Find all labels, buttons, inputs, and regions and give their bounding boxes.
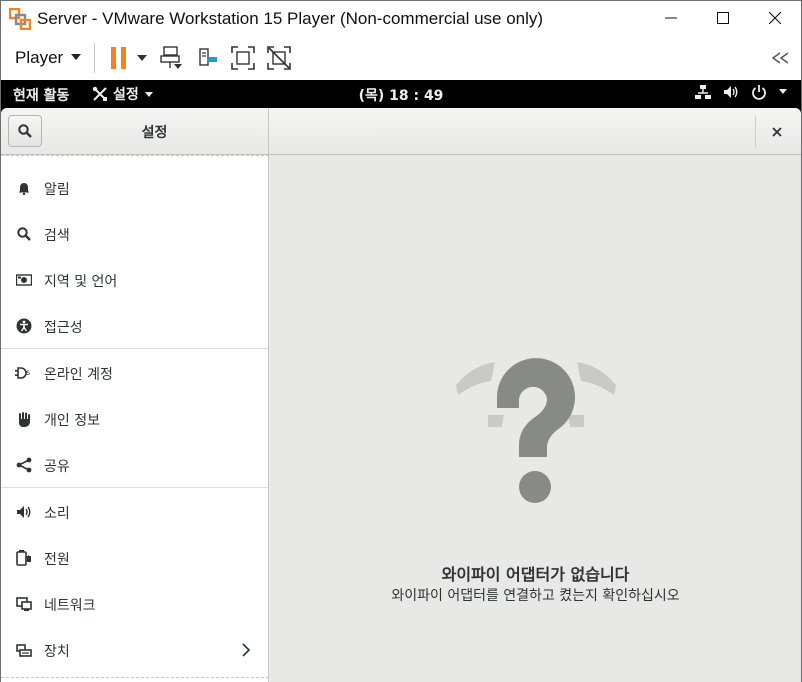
sidebar-item-label: 네트워크 xyxy=(44,598,96,614)
accessibility-icon xyxy=(15,317,33,335)
network-icon xyxy=(15,595,33,613)
sidebar-item-region-language[interactable]: 지역 및 언어 xyxy=(1,257,268,303)
bell-icon xyxy=(15,179,33,197)
power-icon xyxy=(752,85,766,100)
search-icon xyxy=(18,124,32,138)
close-icon xyxy=(772,127,782,137)
sidebar-item-sound[interactable]: 소리 xyxy=(1,489,268,535)
toolbar-separator xyxy=(94,43,96,73)
collapse-icon xyxy=(771,52,789,64)
close-window-button[interactable] xyxy=(749,1,801,35)
chevron-right-icon xyxy=(242,642,251,661)
vmware-logo-icon xyxy=(8,7,32,30)
settings-sidebar: 알림 검색 지역 및 언어 접근성 s 온라인 계정 개인 정보 공유 소리 전… xyxy=(1,155,269,682)
wifi-unknown-icon xyxy=(455,345,617,511)
player-menu-button[interactable]: Player xyxy=(15,43,82,73)
unity-icon xyxy=(267,46,291,70)
settings-main-panel: 와이파이 어댑터가 없습니다 와이파이 어댑터를 연결하고 켰는지 확인하십시오 xyxy=(270,155,801,682)
sidebar-item-label: 공유 xyxy=(44,459,70,475)
maximize-button[interactable] xyxy=(697,1,749,35)
sidebar-item-network[interactable]: 네트워크 xyxy=(1,581,268,627)
fullscreen-icon xyxy=(231,46,255,70)
network-wired-icon xyxy=(695,85,711,99)
sidebar-item-label: 소리 xyxy=(44,506,70,522)
clock[interactable]: (목) 18 : 49 xyxy=(1,85,801,105)
settings-window: 설정 알림 검색 지역 및 언어 접근성 s 온라인 계정 개인 정보 공유 소… xyxy=(1,108,801,682)
sidebar-header: 설정 xyxy=(1,108,269,154)
share-icon xyxy=(15,456,33,474)
empty-state-title: 와이파이 어댑터가 없습니다 xyxy=(441,565,630,584)
search-button[interactable] xyxy=(8,115,42,147)
sidebar-item-privacy[interactable]: 개인 정보 xyxy=(1,396,268,442)
minimize-icon xyxy=(665,17,677,19)
dropdown-icon xyxy=(137,55,148,61)
sidebar-group-separator xyxy=(1,487,268,488)
volume-icon xyxy=(724,86,738,98)
sidebar-group-separator xyxy=(1,348,268,349)
sidebar-item-notifications[interactable]: 알림 xyxy=(1,165,268,211)
sidebar-item-power[interactable]: 전원 xyxy=(1,535,268,581)
send-ctrl-alt-del-button[interactable] xyxy=(159,43,185,73)
empty-state-subtitle: 와이파이 어댑터를 연결하고 켰는지 확인하십시오 xyxy=(391,588,680,604)
svg-text:s: s xyxy=(26,368,30,377)
send-ctrl-alt-del-icon xyxy=(160,46,183,69)
sidebar-item-sharing[interactable]: 공유 xyxy=(1,442,268,488)
sidebar-item-label: 장치 xyxy=(44,644,70,660)
power-plug-icon xyxy=(15,549,33,567)
sidebar-item-online-accounts[interactable]: s 온라인 계정 xyxy=(1,350,268,396)
pause-button[interactable] xyxy=(109,43,129,73)
gnome-topbar: 현재 활동 설정 (목) 18 : 49 xyxy=(1,80,801,108)
header-separator xyxy=(755,116,756,148)
guest-display[interactable]: 현재 활동 설정 (목) 18 : 49 설정 알림 검색 지역 및 언어 접근… xyxy=(0,80,802,682)
pause-icon xyxy=(111,47,127,69)
minimize-button[interactable] xyxy=(645,1,697,35)
privacy-hand-icon xyxy=(15,410,33,428)
maximize-icon xyxy=(717,12,729,24)
unity-button[interactable] xyxy=(265,43,293,73)
close-icon xyxy=(769,12,781,24)
sidebar-item-label: 접근성 xyxy=(44,320,83,336)
collapse-toolbar-button[interactable] xyxy=(769,44,793,72)
caret-down-icon xyxy=(71,54,82,60)
sidebar-item-label: 알림 xyxy=(44,182,70,198)
fullscreen-button[interactable] xyxy=(229,43,257,73)
pause-dropdown-button[interactable] xyxy=(135,43,149,73)
system-tray[interactable] xyxy=(695,84,787,100)
search-icon xyxy=(15,225,33,243)
speaker-icon xyxy=(15,503,33,521)
settings-close-button[interactable] xyxy=(765,120,789,144)
devices-icon xyxy=(15,641,33,659)
settings-title: 설정 xyxy=(141,125,168,141)
scroll-edge-indicator xyxy=(1,155,269,156)
removable-devices-icon xyxy=(199,48,218,66)
sidebar-item-label: 검색 xyxy=(44,228,70,244)
sidebar-item-accessibility[interactable]: 접근성 xyxy=(1,303,268,349)
region-icon xyxy=(15,271,33,289)
settings-headerbar: 설정 xyxy=(1,108,801,155)
sidebar-item-label: 전원 xyxy=(44,552,70,568)
sidebar-item-label: 지역 및 언어 xyxy=(44,274,118,290)
sidebar-item-label: 개인 정보 xyxy=(44,413,100,429)
sidebar-item-search[interactable]: 검색 xyxy=(1,211,268,257)
window-titlebar: Server - VMware Workstation 15 Player (N… xyxy=(0,0,802,36)
sidebar-item-label: 온라인 계정 xyxy=(44,367,113,383)
window-title: Server - VMware Workstation 15 Player (N… xyxy=(37,8,544,28)
online-accounts-icon: s xyxy=(15,364,33,382)
player-menu-label: Player xyxy=(15,48,64,67)
vmware-toolbar: Player xyxy=(0,36,802,80)
sidebar-item-devices[interactable]: 장치 xyxy=(1,627,268,673)
scroll-edge-indicator xyxy=(1,677,269,678)
removable-devices-button[interactable] xyxy=(195,43,221,73)
caret-down-icon xyxy=(779,89,787,94)
